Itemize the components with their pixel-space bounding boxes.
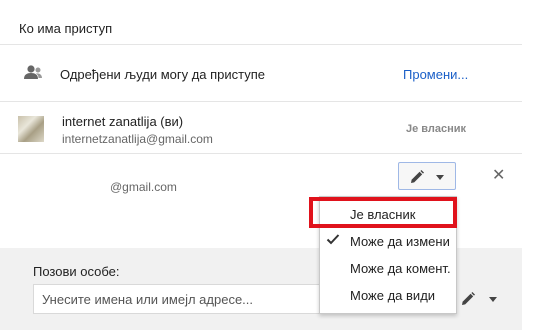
divider xyxy=(0,44,522,45)
chevron-down-icon xyxy=(436,175,444,180)
permission-dropdown-button[interactable] xyxy=(398,162,456,190)
avatar xyxy=(18,116,44,142)
divider xyxy=(0,101,522,102)
invite-label: Позови особе: xyxy=(33,264,120,279)
menu-item-label: Може да комент. xyxy=(350,261,451,276)
divider xyxy=(0,153,522,154)
invite-permission-button[interactable] xyxy=(452,284,508,314)
menu-item-can-view[interactable]: Може да види xyxy=(320,282,456,308)
menu-item-can-comment[interactable]: Може да комент. xyxy=(320,255,456,281)
people-icon xyxy=(24,65,42,79)
access-description: Одређени људи могу да приступе xyxy=(60,67,266,82)
remove-user-icon[interactable]: ✕ xyxy=(492,168,505,184)
pencil-icon xyxy=(411,170,424,183)
owner-email: internetzanatlija@gmail.com xyxy=(62,132,213,146)
menu-item-can-edit[interactable]: Може да измени xyxy=(320,228,456,254)
shared-user-email: @gmail.com xyxy=(110,180,177,194)
pencil-icon xyxy=(462,292,475,305)
owner-name: internet zanatlija (ви) xyxy=(62,114,184,129)
chevron-down-icon xyxy=(489,297,497,302)
menu-item-label: Може да види xyxy=(350,288,436,303)
menu-item-label: Може да измени xyxy=(350,234,450,249)
highlight-annotation xyxy=(309,197,457,228)
owner-role: Је власник xyxy=(406,123,467,135)
change-access-link[interactable]: Промени... xyxy=(403,67,468,82)
checkmark-icon xyxy=(326,234,340,245)
section-title: Ко има приступ xyxy=(19,21,113,36)
